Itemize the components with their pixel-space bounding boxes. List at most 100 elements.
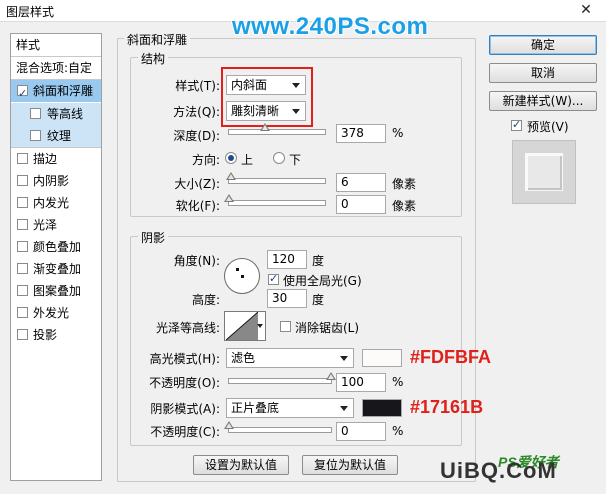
chevron-down-icon [257,324,263,328]
texture-checkbox[interactable] [30,130,41,141]
blend-options-label: 混合选项:自定 [16,61,93,75]
sidebar-item-contour[interactable]: 等高线 [11,103,101,125]
highlight-color-swatch[interactable] [362,349,402,367]
soften-slider-thumb[interactable] [224,194,234,202]
depth-input[interactable]: 378 [336,124,386,143]
sidebar-item-label: 描边 [33,152,58,166]
sidebar-item-inner-glow[interactable]: 内发光 [11,192,101,214]
shadow-opacity-thumb[interactable] [224,421,234,429]
sidebar-item-label: 内发光 [33,196,70,210]
color-overlay-checkbox[interactable] [17,241,28,252]
cancel-button[interactable]: 取消 [489,63,597,83]
depth-unit: % [392,126,404,140]
direction-up-radio[interactable] [225,152,237,164]
shadow-opacity-unit: % [392,424,404,438]
shadow-opacity-input[interactable]: 0 [336,422,386,441]
direction-down-radio[interactable] [273,152,285,164]
sidebar-item-bevel[interactable]: 斜面和浮雕 [11,80,101,105]
structure-title: 结构 [138,50,169,67]
direction-label: 方向: [191,153,220,167]
bevel-checkbox[interactable] [17,83,28,105]
outer-glow-checkbox[interactable] [17,307,28,318]
reset-default-button[interactable]: 复位为默认值 [302,455,398,475]
sidebar-item-gradient-overlay[interactable]: 渐变叠加 [11,258,101,280]
preview-checkbox[interactable] [511,118,522,131]
angle-input[interactable]: 120 [267,250,307,269]
gloss-contour-picker[interactable] [224,311,266,341]
preview-label: 预览(V) [527,120,569,134]
highlight-color-annotation: #FDFBFA [410,347,491,367]
soften-unit: 像素 [392,199,417,213]
shadow-mode-label: 阴影模式(A): [150,402,220,416]
technique-label: 方法(Q): [173,105,220,119]
sidebar-item-pattern-overlay[interactable]: 图案叠加 [11,280,101,302]
window-title: 图层样式 [6,5,55,19]
shadow-opacity-slider[interactable] [224,421,332,433]
sidebar-item-label: 图案叠加 [33,284,82,298]
close-icon[interactable]: ✕ [566,0,606,21]
style-preview-swatch [525,153,563,191]
global-light-checkbox[interactable] [268,272,279,285]
watermark-top: www.240PS.com [232,13,429,40]
pattern-overlay-checkbox[interactable] [17,285,28,296]
styles-list: 样式 混合选项:自定 斜面和浮雕 等高线 纹理 描边 内阴影 内发光 光泽 颜色… [10,33,102,481]
sidebar-item-satin[interactable]: 光泽 [11,214,101,236]
sidebar-item-label: 光泽 [33,218,58,232]
sidebar-item-label: 投影 [33,328,58,342]
highlight-opacity-slider[interactable] [228,372,336,384]
inner-glow-checkbox[interactable] [17,197,28,208]
depth-slider-thumb[interactable] [260,123,271,131]
sidebar-item-label: 外发光 [33,306,70,320]
dial-pointer [236,268,239,271]
sidebar-item-drop-shadow[interactable]: 投影 [11,324,101,346]
highlight-opacity-thumb[interactable] [326,372,336,380]
soften-input[interactable]: 0 [336,195,386,214]
shadow-color-swatch[interactable] [362,399,402,417]
sidebar-item-label: 颜色叠加 [33,240,82,254]
shadow-mode-select[interactable]: 正片叠底 [226,398,354,418]
sidebar-item-color-overlay[interactable]: 颜色叠加 [11,236,101,258]
sidebar-item-outer-glow[interactable]: 外发光 [11,302,101,324]
angle-dial[interactable] [224,258,260,294]
size-unit: 像素 [392,177,417,191]
size-label: 大小(Z): [174,177,220,191]
sidebar-item-label: 渐变叠加 [33,262,82,276]
depth-label: 深度(D): [173,129,220,143]
sidebar-item-label: 纹理 [47,129,72,143]
size-slider-thumb[interactable] [225,172,236,180]
sidebar-item-stroke[interactable]: 描边 [11,148,101,170]
altitude-label: 高度: [191,293,220,307]
antialias-checkbox[interactable] [280,321,291,332]
size-input[interactable]: 6 [336,173,386,192]
stroke-checkbox[interactable] [17,153,28,164]
gradient-overlay-checkbox[interactable] [17,263,28,274]
highlight-mode-select[interactable]: 滤色 [226,348,354,368]
ok-button[interactable]: 确定 [489,35,597,55]
sidebar-item-label: 内阴影 [33,174,70,188]
shadow-mode-value: 正片叠底 [231,401,280,415]
antialias-label: 消除锯齿(L) [295,321,360,335]
styles-header[interactable]: 样式 [11,34,101,56]
styles-header-label: 样式 [16,38,41,52]
contour-curve-icon [226,312,258,340]
sidebar-item-texture[interactable]: 纹理 [11,125,101,147]
style-preview [512,140,576,204]
highlight-opacity-label: 不透明度(O): [149,376,220,390]
inner-shadow-checkbox[interactable] [17,175,28,186]
size-slider[interactable] [225,172,326,184]
satin-checkbox[interactable] [17,219,28,230]
drop-shadow-checkbox[interactable] [17,329,28,340]
shadow-opacity-label: 不透明度(C): [150,425,220,439]
soften-slider[interactable] [224,194,326,206]
sidebar-item-inner-shadow[interactable]: 内阴影 [11,170,101,192]
depth-slider[interactable] [228,123,326,135]
highlight-opacity-input[interactable]: 100 [336,373,386,392]
new-style-button[interactable]: 新建样式(W)... [489,91,597,111]
direction-up-label: 上 [241,153,254,167]
set-default-button[interactable]: 设置为默认值 [193,455,289,475]
contour-checkbox[interactable] [30,108,41,119]
angle-unit: 度 [312,254,325,268]
blend-options[interactable]: 混合选项:自定 [11,57,101,79]
shadow-color-annotation: #17161B [410,397,484,417]
altitude-input[interactable]: 30 [267,289,307,308]
